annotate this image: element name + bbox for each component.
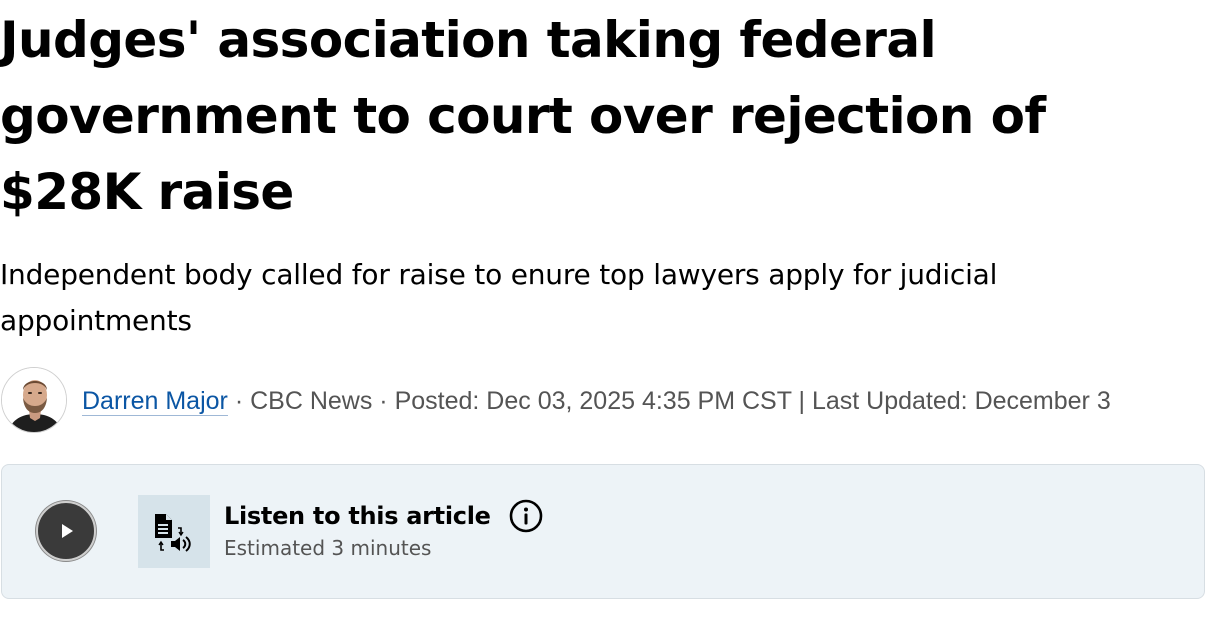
text-to-speech-icon — [155, 513, 191, 552]
article-deck: Independent body called for raise to enu… — [0, 258, 998, 337]
article-byline: Darren Major · CBC News · Posted: Dec 03… — [1, 367, 1111, 433]
byline-divider: | — [791, 386, 812, 415]
byline-meta: Darren Major · CBC News · Posted: Dec 03… — [82, 385, 1111, 416]
article-headline: Judges' association taking federal gover… — [0, 11, 1046, 221]
article-page: Judges' association taking federal gover… — [0, 0, 1207, 629]
listen-title: Listen to this article — [224, 502, 491, 530]
listen-duration: Estimated 3 minutes — [224, 536, 432, 560]
play-button[interactable] — [36, 501, 96, 561]
text-to-speech-badge — [138, 495, 210, 568]
byline-outlet: CBC News — [250, 386, 373, 415]
byline-separator: · — [227, 386, 251, 415]
updated-date: Last Updated: December 3 — [811, 386, 1111, 415]
author-photo — [2, 368, 66, 432]
author-link[interactable]: Darren Major — [82, 386, 228, 416]
posted-date: Posted: Dec 03, 2025 4:35 PM CST — [394, 386, 792, 415]
author-avatar[interactable] — [1, 367, 67, 433]
listen-title-row: Listen to this article — [224, 499, 543, 533]
listen-to-article-panel: Listen to this article Estimated 3 minut… — [1, 464, 1205, 599]
play-icon — [62, 524, 73, 538]
info-icon — [509, 499, 542, 533]
info-button[interactable] — [509, 499, 543, 533]
byline-separator: · — [372, 386, 395, 415]
